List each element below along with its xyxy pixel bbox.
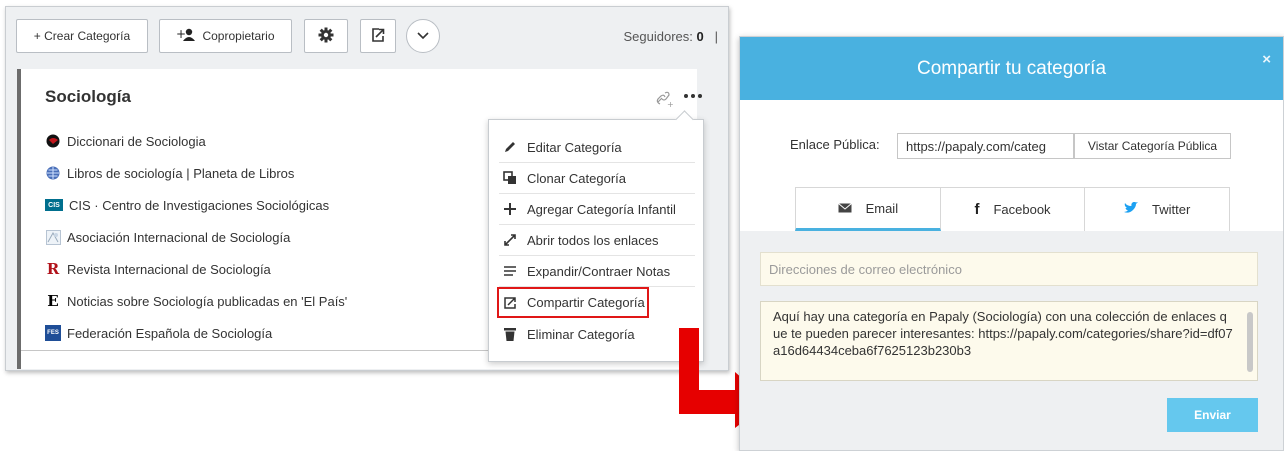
link-label: Asociación Internacional de Sociología: [67, 229, 291, 245]
modal-header: Compartir tu categoría: [740, 37, 1283, 100]
menu-item-clone-category[interactable]: Clonar Categoría: [499, 163, 695, 194]
tab-twitter[interactable]: Twitter: [1085, 187, 1231, 231]
plus-icon: [499, 202, 521, 216]
create-category-label: + Crear Categoría: [33, 29, 131, 43]
expand-circle-button[interactable]: [406, 19, 440, 53]
menu-item-add-child-category[interactable]: Agregar Categoría Infantil: [499, 194, 695, 225]
link-item[interactable]: FES Federación Española de Sociología: [45, 317, 347, 349]
menu-item-edit-category[interactable]: Editar Categoría: [499, 132, 695, 163]
public-link-field[interactable]: https://papaly.com/categ: [897, 133, 1074, 159]
isa-logo-icon: [45, 229, 61, 245]
modal-title: Compartir tu categoría: [916, 57, 1107, 79]
followers-label: Seguidores:: [623, 29, 693, 44]
fes-logo-icon: FES: [45, 325, 61, 341]
trash-icon: [499, 327, 521, 342]
link-label: Revista Internacional de Sociología: [67, 261, 271, 277]
link-label: Federación Española de Sociología: [67, 325, 273, 341]
menu-item-open-all-links[interactable]: Abrir todos los enlaces: [499, 225, 695, 256]
link-list: Diccionari de Sociologia Libros de socio…: [45, 125, 347, 349]
clone-icon: [499, 171, 521, 185]
link-label: Diccionari de Sociologia: [67, 133, 206, 149]
category-title: Sociología: [45, 87, 131, 106]
email-addresses-input[interactable]: Direcciones de correo electrónico: [760, 252, 1258, 286]
red-globe-icon: [45, 133, 61, 149]
share-icon: [370, 27, 386, 46]
elpais-logo-icon: E: [47, 292, 59, 310]
menu-item-label: Clonar Categoría: [527, 170, 626, 186]
svg-text:+: +: [667, 100, 674, 108]
menu-item-label: Editar Categoría: [527, 139, 622, 155]
facebook-icon: f: [974, 201, 980, 218]
link-label: CIS · Centro de Investigaciones Sociológ…: [69, 197, 330, 213]
followers-count: Seguidores: 0 |: [624, 29, 718, 44]
tab-facebook[interactable]: f Facebook: [940, 187, 1086, 231]
category-options-menu: Editar Categoría Clonar Categoría Agrega…: [488, 110, 704, 362]
share-link-icon[interactable]: +: [654, 90, 674, 109]
link-item[interactable]: Libros de sociología | Planeta de Libros: [45, 157, 347, 189]
expand-icon: [499, 233, 521, 247]
share-tabs: Email f Facebook Twitter: [795, 187, 1231, 231]
coowner-label: Copropietario: [202, 29, 275, 43]
menu-item-label: Expandir/Contraer Notas: [527, 263, 671, 279]
lines-icon: [499, 265, 521, 277]
svg-text:+: +: [176, 28, 186, 41]
menu-item-share-category[interactable]: Compartir Categoría: [497, 287, 649, 318]
share-toolbar-button[interactable]: [360, 19, 396, 53]
share-icon: [499, 296, 521, 310]
link-label: Libros de sociología | Planeta de Libros: [67, 165, 295, 181]
link-item[interactable]: R Revista Internacional de Sociología: [45, 253, 347, 285]
menu-item-label: Compartir Categoría: [527, 295, 645, 310]
public-link-label: Enlace Pública:: [790, 137, 880, 152]
followers-number: 0: [696, 29, 704, 44]
share-message-textarea[interactable]: Aquí hay una categoría en Papaly (Sociol…: [760, 301, 1258, 381]
menu-item-label: Abrir todos los enlaces: [527, 232, 659, 248]
link-item[interactable]: Diccionari de Sociologia: [45, 125, 347, 157]
link-item[interactable]: Asociación Internacional de Sociología: [45, 221, 347, 253]
textarea-scrollbar[interactable]: [1247, 312, 1253, 372]
r-logo-icon: R: [46, 260, 60, 278]
menu-item-label: Agregar Categoría Infantil: [527, 201, 676, 217]
pencil-icon: [499, 140, 521, 154]
tab-label: Email: [865, 200, 899, 216]
gear-icon: [318, 27, 334, 46]
add-user-icon: +: [176, 27, 196, 45]
menu-item-toggle-notes[interactable]: Expandir/Contraer Notas: [499, 256, 695, 287]
tab-label: Facebook: [993, 202, 1051, 217]
twitter-icon: [1124, 201, 1139, 217]
settings-button[interactable]: [304, 19, 348, 53]
tab-email[interactable]: Email: [795, 187, 941, 231]
cis-logo-icon: CIS: [45, 199, 63, 211]
chevron-down-icon: [417, 27, 429, 45]
envelope-icon: [837, 201, 852, 216]
close-icon[interactable]: ×: [1262, 51, 1271, 68]
followers-separator: |: [714, 29, 718, 44]
tab-label: Twitter: [1152, 202, 1191, 217]
coowner-button[interactable]: + Copropietario: [159, 19, 292, 53]
share-category-modal: Compartir tu categoría × Enlace Pública:…: [739, 36, 1284, 451]
send-button[interactable]: Enviar: [1167, 398, 1258, 432]
create-category-button[interactable]: + Crear Categoría: [16, 19, 148, 53]
link-item[interactable]: E Noticias sobre Sociología publicadas e…: [45, 285, 347, 317]
view-public-category-button[interactable]: Vistar Categoría Pública: [1074, 133, 1231, 159]
menu-item-label: Eliminar Categoría: [527, 327, 635, 342]
link-label: Noticias sobre Sociología publicadas en …: [67, 293, 348, 309]
link-item[interactable]: CIS CIS · Centro de Investigaciones Soci…: [45, 189, 347, 221]
blue-globe-icon: [45, 165, 61, 181]
share-message-text: Aquí hay una categoría en Papaly (Sociol…: [773, 309, 1233, 358]
more-options-icon[interactable]: [684, 89, 706, 103]
